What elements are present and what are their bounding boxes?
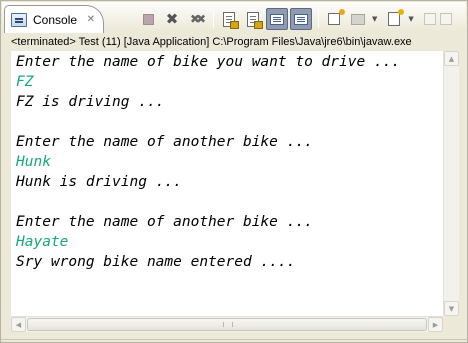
horizontal-scroll-thumb[interactable]: [27, 318, 427, 331]
scroll-up-icon[interactable]: ▲: [444, 51, 459, 66]
show-console-stdout-button[interactable]: [266, 8, 288, 30]
chevron-down-icon[interactable]: ▼: [372, 15, 377, 23]
open-console-button[interactable]: [383, 8, 405, 30]
console-tab[interactable]: Console ✕: [4, 5, 104, 33]
console-output[interactable]: Enter the name of bike you want to drive…: [11, 51, 443, 316]
show-stderr-icon: [294, 13, 308, 25]
scroll-right-icon[interactable]: ▶: [428, 317, 443, 332]
console-view: Console ✕ ✖ ✖✖ ▼ ▼ <terminated> Test (11…: [0, 0, 468, 343]
remove-all-terminated-button[interactable]: ✖✖: [185, 8, 207, 30]
pin-icon: [328, 9, 345, 25]
console-line: FZ is driving ...: [16, 94, 165, 110]
tab-label: Console: [33, 12, 78, 27]
chevron-down-icon[interactable]: ▼: [408, 15, 413, 23]
maximize-view-button[interactable]: [439, 13, 452, 25]
console-input-line: Hayate: [16, 234, 69, 250]
view-toolbar: Console ✕ ✖ ✖✖ ▼ ▼: [2, 2, 466, 33]
console-input-line: Hunk: [16, 154, 51, 170]
pin-console-button[interactable]: [323, 8, 345, 30]
vertical-scrollbar[interactable]: ▲ ▼: [443, 51, 459, 316]
console-input-line: FZ: [16, 74, 34, 90]
terminate-button[interactable]: [137, 8, 159, 30]
clear-console-button[interactable]: [218, 8, 240, 30]
console-line: Enter the name of another bike ...: [16, 214, 313, 230]
remove-x-icon: ✖: [165, 9, 179, 28]
horizontal-scrollbar[interactable]: ◀ ▶: [11, 316, 443, 332]
console-icon: [11, 12, 27, 27]
console-line: Hunk is driving ...: [16, 174, 182, 190]
display-selected-console-button[interactable]: [347, 8, 369, 30]
remove-launch-button[interactable]: ✖: [161, 8, 183, 30]
scrollbar-corner: [443, 316, 459, 332]
show-console-stderr-button[interactable]: [290, 8, 312, 30]
show-stdout-icon: [270, 13, 284, 25]
toolbar-separator: [318, 10, 319, 28]
close-icon[interactable]: ✕: [87, 14, 95, 25]
toolbar-separator: [213, 10, 214, 28]
console-toolbar: ✖ ✖✖ ▼ ▼: [137, 8, 452, 30]
scroll-lock-icon: [247, 11, 263, 29]
remove-all-x-icon: ✖✖: [189, 12, 206, 26]
process-label: <terminated> Test (11) [Java Application…: [11, 36, 412, 48]
display-console-icon: [351, 13, 365, 25]
scroll-down-icon[interactable]: ▼: [444, 301, 459, 316]
clear-document-icon: [223, 11, 239, 29]
scroll-lock-button[interactable]: [242, 8, 264, 30]
console-line: Enter the name of another bike ...: [16, 134, 313, 150]
scroll-left-icon[interactable]: ◀: [11, 317, 26, 332]
stop-icon: [142, 13, 154, 25]
minimize-view-button[interactable]: [423, 13, 436, 25]
open-console-icon: [388, 9, 405, 26]
console-line: Enter the name of bike you want to drive…: [16, 54, 401, 70]
divider: [1, 339, 468, 340]
console-line: Sry wrong bike name entered ....: [16, 254, 296, 270]
